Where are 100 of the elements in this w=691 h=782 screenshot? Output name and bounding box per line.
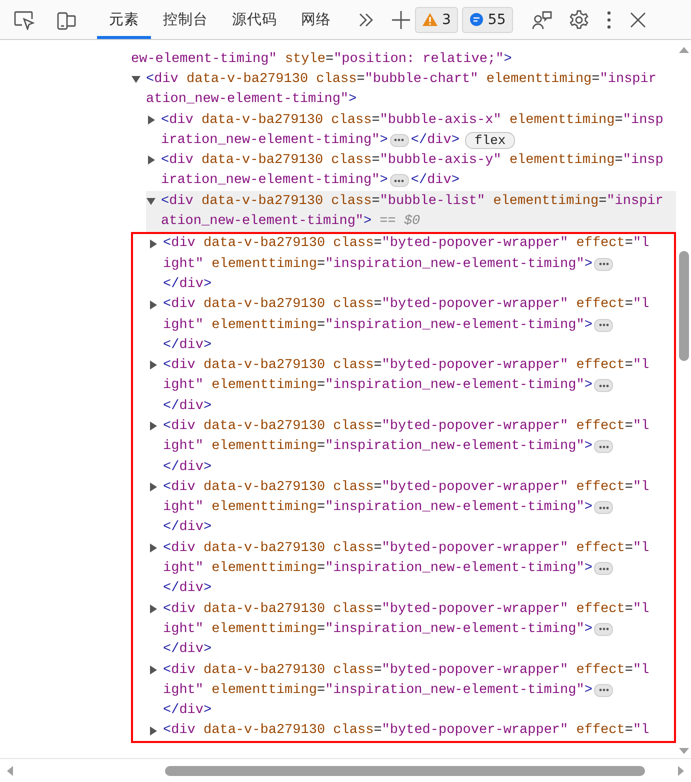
code-line: <div data-v-ba279130 class="bubble-axis-y" elementtiming="insp [161,153,664,168]
expand-icon[interactable] [148,726,158,736]
node-row[interactable]: <div data-v-ba279130 class="byted-popover-wrapper" effect="l ight" elementtiming="inspiration_new-element-timing"> </div> [148,355,674,416]
expand-button[interactable] [390,134,409,147]
panel-tab[interactable]: 源代码 [220,0,289,39]
expand-icon[interactable] [148,238,158,249]
close-icon[interactable] [628,10,647,28]
expand-button[interactable] [594,440,614,454]
collapse-icon[interactable] [131,74,141,84]
node-row[interactable]: <div data-v-ba279130 class="byted-popover-wrapper" effect="l ight" elementtiming="inspiration_new-element-timing"> </div> [148,234,674,295]
selection-marker: == $0 [380,214,420,230]
node-row[interactable]: <div data-v-ba279130 class="byted-popover-wrapper" effect="l ight" elementtiming="inspiration_new-element-timing"> </div> [148,416,674,478]
scrollbar-thumb[interactable] [679,251,689,361]
more-tabs-icon[interactable] [357,12,375,28]
scroll-down-icon[interactable] [678,747,690,755]
expand-button[interactable] [594,501,614,514]
expand-button[interactable] [390,174,409,188]
node-row[interactable]: <div data-v-ba279130 class="byted-popover-wrapper" effect="l ight" elementtiming="inspiration_new-element-timing"> </div> [148,660,674,721]
expand-button[interactable] [594,379,614,392]
ellipsis-icon [394,138,404,142]
code-line: ew-element-timing" style="position: relative;"> [131,52,512,67]
node-row[interactable]: <div data-v-ba279130 class="byted-popover-wrapper" effect="l ight" elementtiming="inspiration_new-element-timing"> </div> [148,477,674,538]
flex-badge[interactable]: flex [465,132,515,149]
node-row[interactable]: <div data-v-ba279130 class="byted-popover-wrapper" effect="l [148,720,674,742]
code-line: <div data-v-ba279130 class="byted-popover-wrapper" effect="l [163,723,650,738]
code-line: <div data-v-ba279130 class="byted-popover-wrapper" effect="l [163,540,650,556]
code-line: ight" elementtiming="inspiration_new-element-timing"> [163,561,592,576]
code-line: ight" elementtiming="inspiration_new-element-timing"> [163,439,592,454]
ellipsis-icon [598,506,609,510]
ellipsis-icon [598,384,609,388]
code-line: ight" elementtiming="inspiration_new-element-timing"> [163,378,592,394]
code-line: <div data-v-ba279130 class="byted-popover-wrapper" effect="l [163,236,650,252]
add-icon[interactable] [391,10,411,30]
expand-icon[interactable] [148,360,158,370]
ellipsis-icon [598,444,609,449]
code-line: ight" elementtiming="inspiration_new-element-timing"> [163,682,592,698]
code-line: </div> [163,398,212,414]
panel-tab[interactable]: 网络 [289,0,343,39]
scroll-left-icon[interactable] [6,765,14,777]
ellipsis-icon [598,627,609,632]
code-line: iration_new-element-timing"> [161,132,388,148]
message-icon [468,12,484,27]
expand-icon[interactable] [148,543,158,554]
node-row[interactable]: <div data-v-ba279130 class="byted-popover-wrapper" effect="l ight" elementtiming="inspiration_new-element-timing"> </div> [148,538,674,600]
panel-tab[interactable]: 控制台 [151,0,220,39]
ellipsis-icon [598,688,609,692]
code-line: ight" elementtiming="inspiration_new-element-timing"> [163,318,592,332]
node-row[interactable]: <div data-v-ba279130 class="byted-popover-wrapper" effect="l ight" elementtiming="inspiration_new-element-timing"> </div> [148,599,674,660]
feedback-icon[interactable] [530,8,553,30]
code-line: <div data-v-ba279130 class="bubble-list" elementtiming="inspir [161,194,664,209]
scroll-right-icon[interactable] [677,765,685,777]
code-line: <div data-v-ba279130 class="byted-popover-wrapper" effect="l [163,480,650,495]
warnings-button[interactable]: 3 [415,6,458,32]
expand-icon[interactable] [148,482,158,492]
expand-button[interactable] [594,684,614,697]
code-line: <div data-v-ba279130 class="byted-popover-wrapper" effect="l [163,418,650,434]
node-row[interactable]: <div data-v-ba279130 class="bubble-chart" elementtiming="inspir ation_new-element-timing"> [131,69,676,110]
more-options-icon[interactable] [606,10,612,30]
expand-icon[interactable] [146,114,156,125]
selected-row[interactable]: <div data-v-ba279130 class="bubble-list" elementtiming="inspir ation_new-element-timing"> == $0 [146,191,676,232]
node-row[interactable]: <div data-v-ba279130 class="bubble-axis-x" elementtiming="insp iration_new-element-timing"> </div> flex [146,110,676,150]
ellipsis-icon [598,566,609,571]
scroll-up-icon[interactable] [678,46,690,54]
code-line: <div data-v-ba279130 class="byted-popover-wrapper" effect="l [163,662,650,678]
expand-icon[interactable] [148,664,158,675]
expand-icon[interactable] [146,155,156,166]
code-line: <div data-v-ba279130 class="byted-popover-wrapper" effect="l [163,297,650,312]
ellipsis-icon [598,323,609,327]
code-line: <div data-v-ba279130 class="bubble-axis-x" elementtiming="insp [161,112,664,128]
panel-tab[interactable]: 元素 [97,0,151,39]
node-row[interactable]: <div data-v-ba279130 class="bubble-axis-y" elementtiming="insp iration_new-element-timing"> </div> [146,150,676,192]
code-line: </div> [410,132,460,148]
ellipsis-icon [598,262,609,266]
code-line: ight" elementtiming="inspiration_new-element-timing"> [163,256,592,272]
code-line: <div data-v-ba279130 class="byted-popover-wrapper" effect="l [163,602,650,617]
code-line: ation_new-element-timing"> [146,92,357,108]
expand-button[interactable] [594,622,614,636]
settings-icon[interactable] [568,8,590,30]
code-line: </div> [163,338,212,353]
expand-button[interactable] [594,318,614,332]
scrollbar-thumb[interactable] [165,766,645,776]
code-line: </div> [163,460,212,475]
collapse-icon[interactable] [146,196,156,206]
expand-icon[interactable] [148,300,158,310]
code-line: </div> [163,703,212,718]
expand-button[interactable] [594,562,614,576]
expand-icon[interactable] [148,604,158,614]
code-line: </div> [163,520,212,536]
node-row[interactable]: <div data-v-ba279130 class="byted-popover-wrapper" effect="l ight" elementtiming="inspiration_new-element-timing"> </div> [148,294,674,356]
expand-icon[interactable] [148,421,158,432]
code-line: iration_new-element-timing"> [161,173,388,188]
code-line: </div> [163,581,212,596]
code-line: </div> [163,276,212,292]
code-line: ight" elementtiming="inspiration_new-element-timing"> [163,622,592,637]
code-line: ight" elementtiming="inspiration_new-element-timing"> [163,500,592,516]
inspect-icon[interactable] [13,10,35,30]
code-line: </div> [163,642,212,658]
expand-button[interactable] [594,258,614,271]
messages-button[interactable]: 55 [462,6,513,32]
ellipsis-icon [394,178,404,183]
